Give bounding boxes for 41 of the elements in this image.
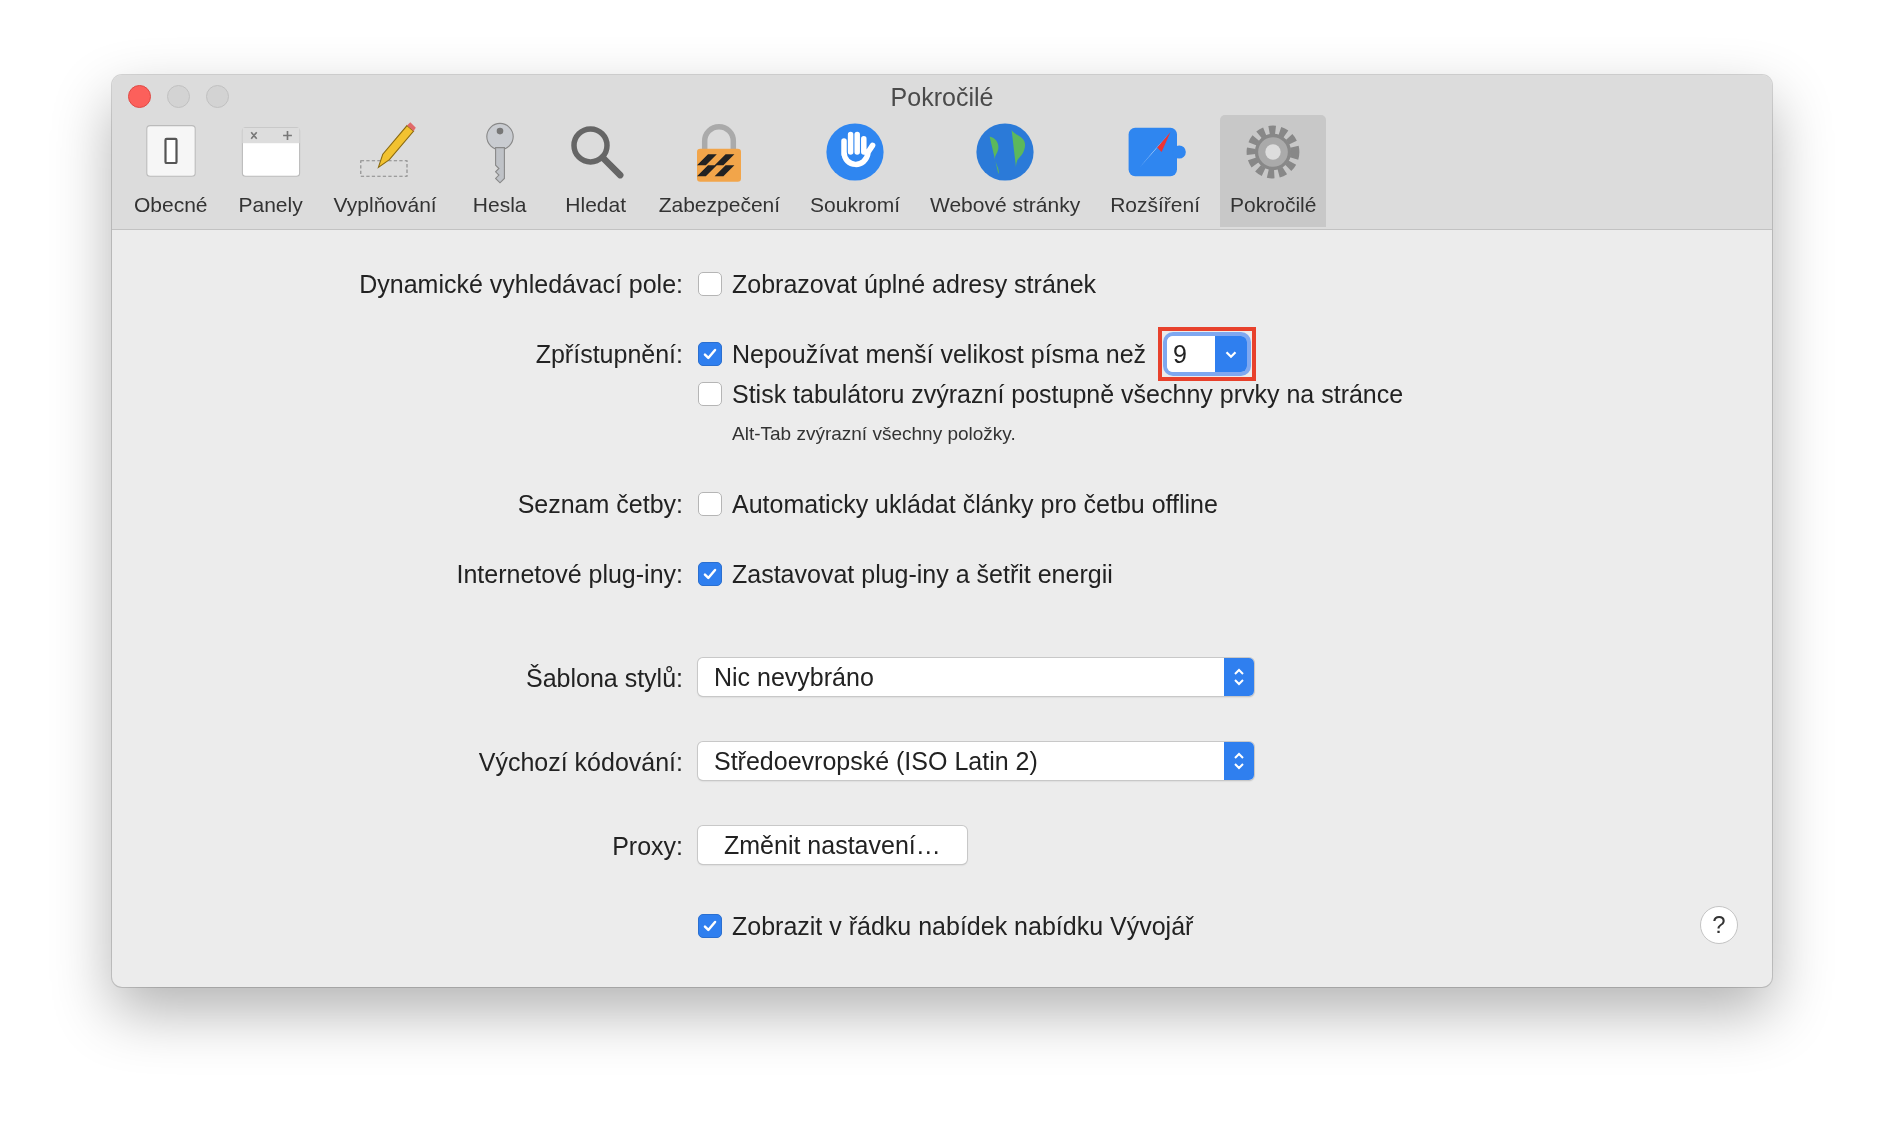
checkbox-label: Zobrazovat úplné adresy stránek <box>732 269 1097 299</box>
setting-label: Výchozí kódování: <box>478 748 683 776</box>
window-title: Pokročilé <box>890 82 994 112</box>
close-button[interactable] <box>128 85 151 108</box>
up-down-arrows-icon <box>1233 667 1245 687</box>
toolbar-tab[interactable]: Rozšíření <box>1100 115 1211 227</box>
checkbox[interactable] <box>698 562 722 586</box>
checkbox[interactable] <box>698 342 722 366</box>
toolbar-tab[interactable]: Hledat <box>552 115 639 227</box>
up-down-arrows-icon <box>1233 751 1245 771</box>
toolbar-tab[interactable]: Pokročilé <box>1220 115 1327 227</box>
setting-label: Šablona stylů: <box>525 664 683 692</box>
checkbox-label: Zobrazit v řádku nabídek nabídku Vývojář <box>732 911 1194 941</box>
setting-label: Proxy: <box>612 832 683 860</box>
checkbox-label: Automaticky ukládat články pro četbu offline <box>732 489 1218 519</box>
toolbar-tab[interactable]: Hesla <box>456 115 543 227</box>
toolbar-tab[interactable]: Vyplňování <box>323 115 447 227</box>
minimize-button[interactable] <box>167 85 190 108</box>
toolbar-tab[interactable]: Panely <box>227 115 314 227</box>
setting-label: Internetové plug-iny: <box>456 560 683 588</box>
setting-label: Dynamické vyhledávací pole: <box>359 270 683 298</box>
popup-menu[interactable]: Středoevropské (ISO Latin 2) <box>698 742 1254 780</box>
toolbar-tab[interactable]: Zabezpečení <box>648 115 791 227</box>
toolbar-tab[interactable]: Soukromí <box>800 115 910 227</box>
checkbox-label: Stisk tabulátoru zvýrazní postupně všechny prvky na stránce <box>732 379 1404 409</box>
checkbox[interactable] <box>698 492 722 516</box>
chevron-down-icon <box>1224 349 1239 359</box>
help-button[interactable]: ? <box>1700 906 1738 944</box>
hint-text: Alt-Tab zvýrazní všechny položky. <box>731 422 1017 446</box>
popup-menu[interactable]: Nic nevybráno <box>698 658 1254 696</box>
zoom-button[interactable] <box>206 85 229 108</box>
setting-label: Zpřístupnění: <box>535 340 683 368</box>
toolbar-tab[interactable]: Webové stránky <box>920 115 1091 227</box>
checkbox-label: Zastavovat plug-iny a šetřit energii <box>732 559 1113 589</box>
change-settings-button[interactable]: Změnit nastavení… <box>698 826 967 864</box>
checkbox[interactable] <box>698 914 722 938</box>
checkbox-label: Nepoužívat menší velikost písma než <box>732 339 1147 369</box>
checkbox[interactable] <box>698 382 722 406</box>
checkbox[interactable] <box>698 272 722 296</box>
toolbar-tab[interactable]: Obecné <box>124 115 218 227</box>
setting-label: Seznam četby: <box>517 490 683 518</box>
